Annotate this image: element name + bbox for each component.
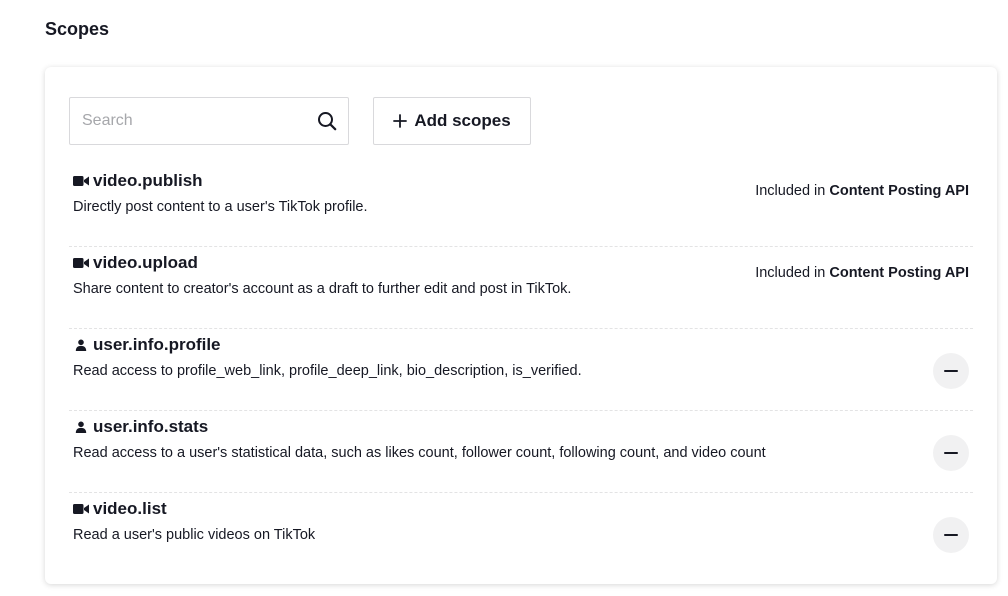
page-title: Scopes [45, 19, 110, 39]
scope-header: video.upload [73, 253, 198, 273]
scope-name: video.upload [93, 253, 198, 272]
included-product: Content Posting API [829, 265, 969, 281]
scope-description: Directly post content to a user's TikTok… [73, 199, 368, 215]
included-product: Content Posting API [829, 183, 969, 199]
search-input[interactable] [70, 98, 312, 144]
scope-description: Read a user's public videos on TikTok [73, 527, 316, 543]
minus-icon [944, 452, 958, 454]
user-icon [73, 338, 89, 352]
scope-row-video-list: video.list Read a user's public videos o… [69, 493, 973, 574]
scope-name: video.publish [93, 171, 203, 190]
scope-description: Read access to profile_web_link, profile… [73, 363, 582, 379]
scope-list: video.publish Directly post content to a… [69, 165, 973, 574]
minus-icon [944, 370, 958, 372]
remove-scope-button[interactable] [933, 435, 969, 471]
scope-included-label: Included in Content Posting API [755, 183, 969, 199]
scope-row-user-info-profile: user.info.profile Read access to profile… [69, 329, 973, 411]
add-scopes-button[interactable]: Add scopes [373, 97, 531, 145]
scope-header: video.publish [73, 171, 203, 191]
scope-included-label: Included in Content Posting API [755, 265, 969, 281]
scope-row-video-publish: video.publish Directly post content to a… [69, 165, 973, 247]
remove-scope-button[interactable] [933, 517, 969, 553]
scopes-toolbar: Add scopes [69, 97, 531, 145]
video-camera-icon [73, 174, 89, 188]
user-icon [73, 420, 89, 434]
search-icon[interactable] [317, 111, 337, 131]
scope-header: video.list [73, 499, 167, 519]
included-prefix: Included in [755, 183, 826, 199]
video-camera-icon [73, 256, 89, 270]
scope-header: user.info.stats [73, 417, 208, 437]
search-box [69, 97, 349, 145]
scope-header: user.info.profile [73, 335, 221, 355]
video-camera-icon [73, 502, 89, 516]
scope-name: video.list [93, 499, 167, 518]
scope-name: user.info.stats [93, 417, 209, 436]
remove-scope-button[interactable] [933, 353, 969, 389]
scope-name: user.info.profile [93, 335, 221, 354]
scopes-card: Add scopes video.publish Directly post c… [45, 67, 997, 584]
scope-row-video-upload: video.upload Share content to creator's … [69, 247, 973, 329]
scope-description: Share content to creator's account as a … [73, 281, 572, 297]
included-prefix: Included in [755, 265, 826, 281]
add-scopes-label: Add scopes [414, 111, 511, 130]
scope-row-user-info-stats: user.info.stats Read access to a user's … [69, 411, 973, 493]
plus-icon [393, 114, 408, 128]
minus-icon [944, 534, 958, 536]
scope-description: Read access to a user's statistical data… [73, 445, 766, 461]
